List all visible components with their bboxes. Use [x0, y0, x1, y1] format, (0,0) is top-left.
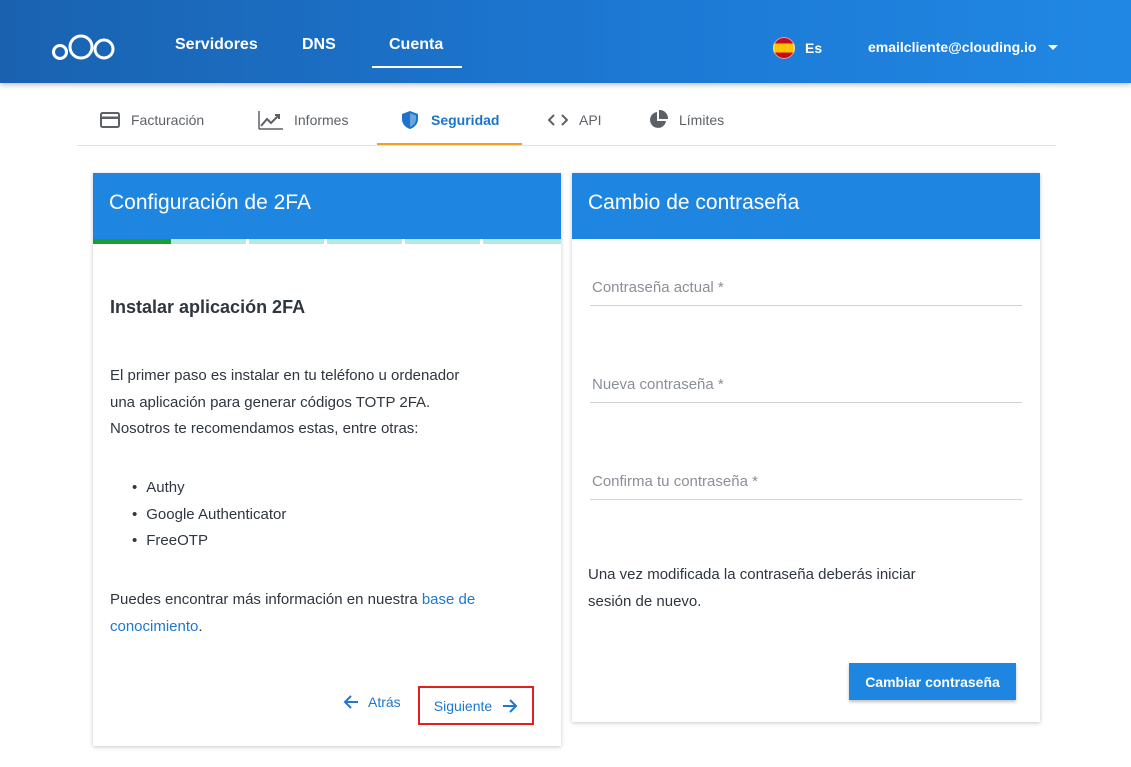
- credit-card-icon: [99, 109, 121, 131]
- caret-down-icon: [1048, 44, 1059, 50]
- intro-line: Nosotros te recomendamos estas, entre ot…: [110, 420, 419, 437]
- intro-text: El primer paso es instalar en tu teléfon…: [110, 363, 459, 443]
- intro-line: El primer paso es instalar en tu teléfon…: [110, 367, 460, 384]
- knowledge-base-link-cont[interactable]: conocimiento: [110, 618, 198, 635]
- pie-chart-icon: [647, 109, 669, 131]
- progress-separator: [402, 239, 405, 244]
- tab-facturacion[interactable]: Facturación: [99, 95, 204, 145]
- user-email: emailcliente@clouding.io: [868, 39, 1037, 55]
- new-password-input[interactable]: [590, 367, 1022, 402]
- tab-label: Facturación: [131, 112, 205, 128]
- info-prefix: Puedes encontrar más información en nues…: [110, 591, 422, 608]
- user-menu[interactable]: emailcliente@clouding.io: [868, 39, 1059, 55]
- tab-seguridad[interactable]: Seguridad: [399, 95, 499, 145]
- progress-fill: [93, 239, 171, 244]
- confirm-password-field[interactable]: [590, 464, 1022, 500]
- chart-line-icon: [258, 109, 284, 131]
- tab-label: API: [579, 112, 602, 128]
- list-item: FreeOTP: [130, 528, 286, 555]
- list-item: Authy: [130, 475, 286, 502]
- shield-icon: [399, 109, 421, 131]
- new-password-field[interactable]: [590, 367, 1022, 403]
- next-label: Siguiente: [433, 697, 493, 714]
- next-button[interactable]: Siguiente: [418, 686, 534, 725]
- tab-label: Seguridad: [431, 112, 500, 128]
- twofa-progress-bar: [93, 239, 561, 244]
- info-text: Puedes encontrar más información en nues…: [110, 587, 475, 640]
- current-password-field[interactable]: [590, 270, 1022, 306]
- clouding-logo-icon[interactable]: [52, 31, 118, 61]
- tab-label: Informes: [294, 112, 349, 128]
- step-title: Instalar aplicación 2FA: [110, 297, 306, 317]
- account-subtabs: Facturación Informes Seguridad API Límit…: [77, 95, 1056, 146]
- spain-flag-icon: [773, 37, 795, 59]
- nav-servidores[interactable]: Servidores: [175, 36, 258, 54]
- info-suffix: .: [198, 617, 203, 635]
- list-item: Google Authenticator: [130, 502, 286, 529]
- current-password-input[interactable]: [590, 270, 1022, 305]
- nav-active-indicator: [372, 66, 462, 68]
- progress-separator: [324, 239, 327, 244]
- top-navigation-bar: Servidores DNS Cuenta Es emailcliente@cl…: [0, 0, 1131, 83]
- note-line: Una vez modificada la contraseña deberás…: [588, 566, 916, 583]
- note-line: sesión de nuevo.: [588, 593, 702, 610]
- nav-dns[interactable]: DNS: [302, 36, 336, 54]
- recommended-apps-list: Authy Google Authenticator FreeOTP: [130, 475, 286, 555]
- intro-line: una aplicación para generar códigos TOTP…: [110, 393, 431, 411]
- language-selector[interactable]: Es: [773, 37, 822, 59]
- arrow-left-icon: [343, 695, 358, 709]
- code-icon: [547, 109, 569, 131]
- password-card-title: Cambio de contraseña: [572, 173, 1040, 239]
- tab-label: Límites: [679, 112, 725, 128]
- back-label: Atrás: [368, 694, 401, 710]
- password-note: Una vez modificada la contraseña deberás…: [588, 561, 1018, 615]
- tab-informes[interactable]: Informes: [258, 95, 348, 145]
- twofa-card-title: Configuración de 2FA: [93, 173, 561, 239]
- tab-api[interactable]: API: [547, 95, 602, 145]
- arrow-right-icon: [503, 698, 518, 713]
- progress-separator: [246, 239, 249, 244]
- back-button[interactable]: Atrás: [343, 694, 401, 710]
- change-password-button[interactable]: Cambiar contraseña: [849, 663, 1016, 700]
- language-label: Es: [805, 40, 823, 56]
- tab-limites[interactable]: Límites: [647, 95, 724, 145]
- nav-cuenta[interactable]: Cuenta: [389, 36, 443, 54]
- password-change-card: Cambio de contraseña Una vez modificada …: [572, 173, 1040, 722]
- twofa-card: Configuración de 2FA Instalar aplicación…: [93, 173, 561, 746]
- progress-separator: [480, 239, 483, 244]
- knowledge-base-link[interactable]: base de: [422, 591, 475, 608]
- subtab-active-indicator: [377, 143, 522, 145]
- confirm-password-input[interactable]: [590, 464, 1022, 499]
